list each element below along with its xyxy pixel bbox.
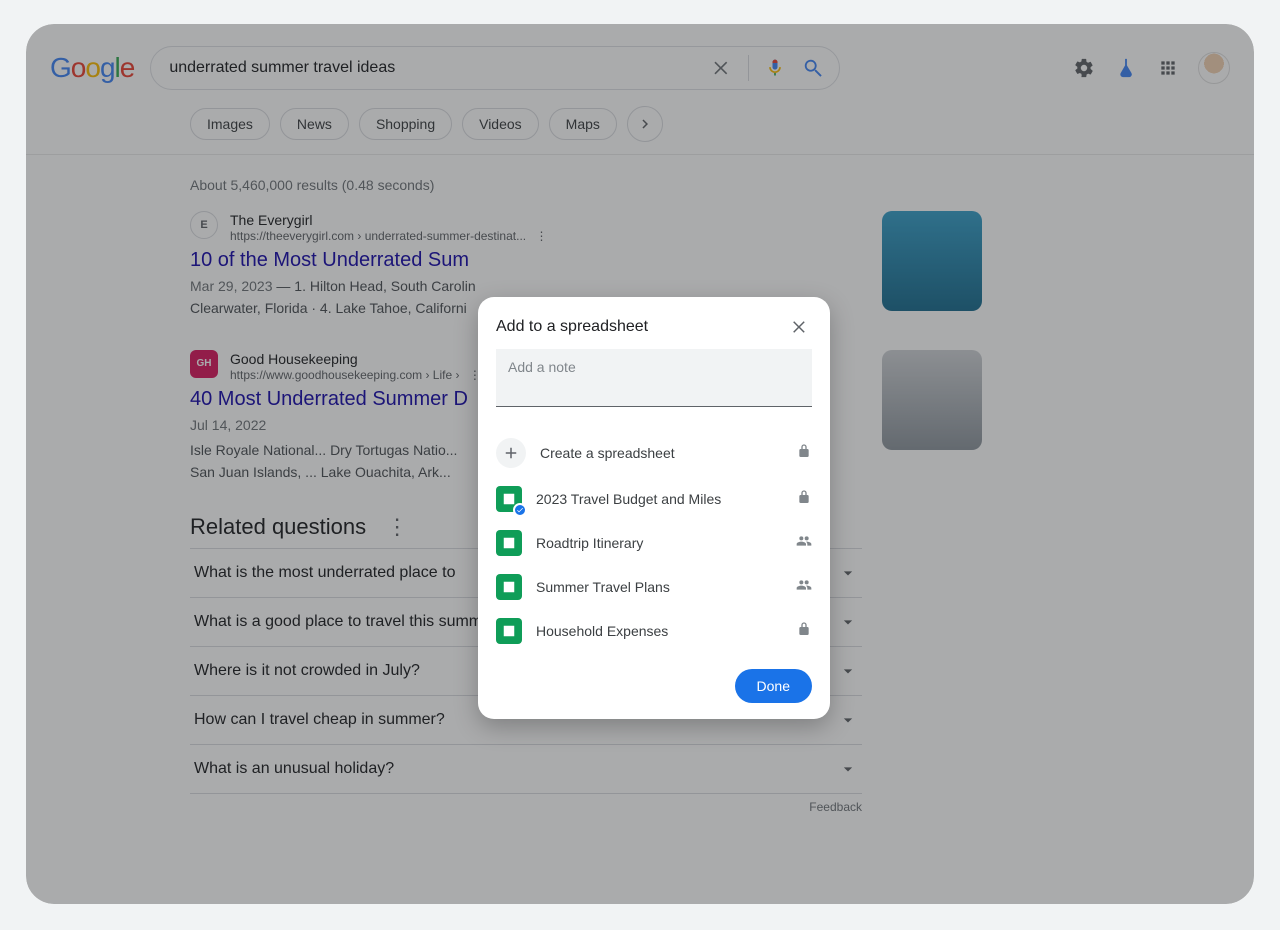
spreadsheet-label: Summer Travel Plans (536, 579, 782, 595)
spreadsheet-label: Roadtrip Itinerary (536, 535, 782, 551)
close-icon[interactable] (788, 315, 812, 339)
check-badge-icon (513, 503, 527, 517)
spreadsheet-label: Household Expenses (536, 623, 782, 639)
browser-frame: Google (26, 24, 1254, 904)
note-input[interactable] (508, 359, 800, 375)
sheets-icon (496, 486, 522, 512)
spreadsheet-item[interactable]: Household Expenses (478, 609, 830, 653)
dialog-title: Add to a spreadsheet (496, 318, 648, 336)
create-label: Create a spreadsheet (540, 445, 782, 461)
create-spreadsheet-row[interactable]: Create a spreadsheet (478, 429, 830, 477)
spreadsheet-label: 2023 Travel Budget and Miles (536, 491, 782, 507)
sheets-icon (496, 618, 522, 644)
sheets-icon (496, 574, 522, 600)
spreadsheet-item[interactable]: Roadtrip Itinerary (478, 521, 830, 565)
add-to-spreadsheet-dialog: Add to a spreadsheet Create a spreadshee… (478, 297, 830, 719)
done-button[interactable]: Done (735, 669, 812, 703)
lock-icon (796, 489, 812, 510)
lock-icon (796, 443, 812, 464)
lock-icon (796, 621, 812, 642)
shared-icon (796, 577, 812, 598)
shared-icon (796, 533, 812, 554)
note-field[interactable] (496, 349, 812, 407)
plus-icon (496, 438, 526, 468)
sheets-icon (496, 530, 522, 556)
spreadsheet-item[interactable]: Summer Travel Plans (478, 565, 830, 609)
spreadsheet-item[interactable]: 2023 Travel Budget and Miles (478, 477, 830, 521)
spreadsheet-list: Create a spreadsheet 2023 Travel Budget … (478, 429, 830, 653)
